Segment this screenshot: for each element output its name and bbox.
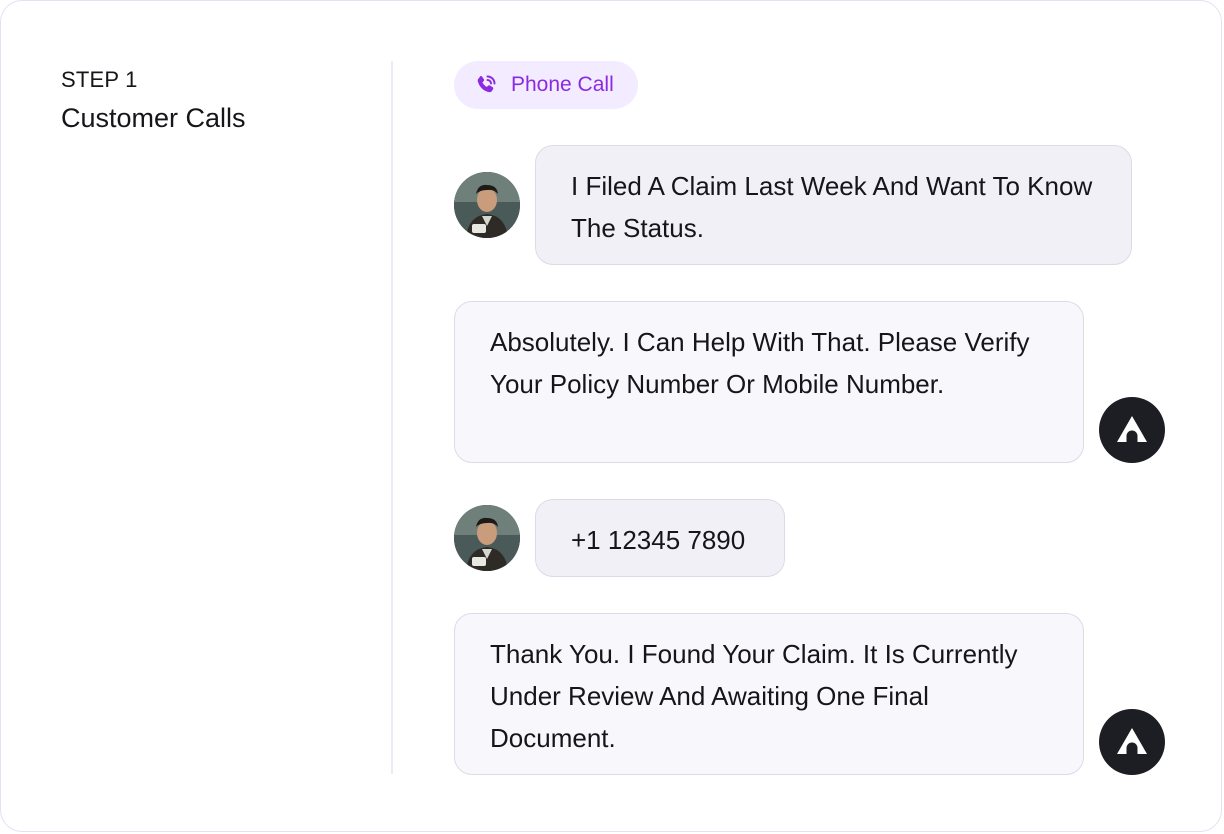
- step-title: Customer Calls: [61, 103, 246, 133]
- vertical-divider: [391, 61, 393, 774]
- channel-label: Phone Call: [511, 73, 614, 96]
- message-text: Absolutely. I Can Help With That. Please…: [490, 327, 1030, 399]
- assistant-logo-icon: [1117, 728, 1147, 755]
- message-text: I Filed A Claim Last Week And Want To Kn…: [571, 171, 1093, 243]
- customer-message-bubble: I Filed A Claim Last Week And Want To Kn…: [535, 145, 1132, 265]
- workflow-step-card: STEP 1 Customer Calls Phone Call I Filed…: [0, 0, 1222, 832]
- customer-photo-icon: [454, 505, 520, 571]
- assistant-logo-icon: [1117, 416, 1147, 443]
- assistant-avatar: [1099, 397, 1165, 463]
- customer-photo-icon: [454, 172, 520, 238]
- step-number: STEP 1: [61, 67, 138, 92]
- agent-message-bubble: Thank You. I Found Your Claim. It Is Cur…: [454, 613, 1084, 775]
- assistant-avatar: [1099, 709, 1165, 775]
- customer-message-bubble: +1 12345 7890: [535, 499, 785, 577]
- customer-avatar: [454, 505, 520, 571]
- customer-avatar: [454, 172, 520, 238]
- message-text: +1 12345 7890: [571, 525, 746, 555]
- phone-call-icon: [474, 73, 498, 97]
- channel-badge[interactable]: Phone Call: [454, 61, 638, 109]
- message-text: Thank You. I Found Your Claim. It Is Cur…: [490, 639, 1018, 753]
- agent-message-bubble: Absolutely. I Can Help With That. Please…: [454, 301, 1084, 463]
